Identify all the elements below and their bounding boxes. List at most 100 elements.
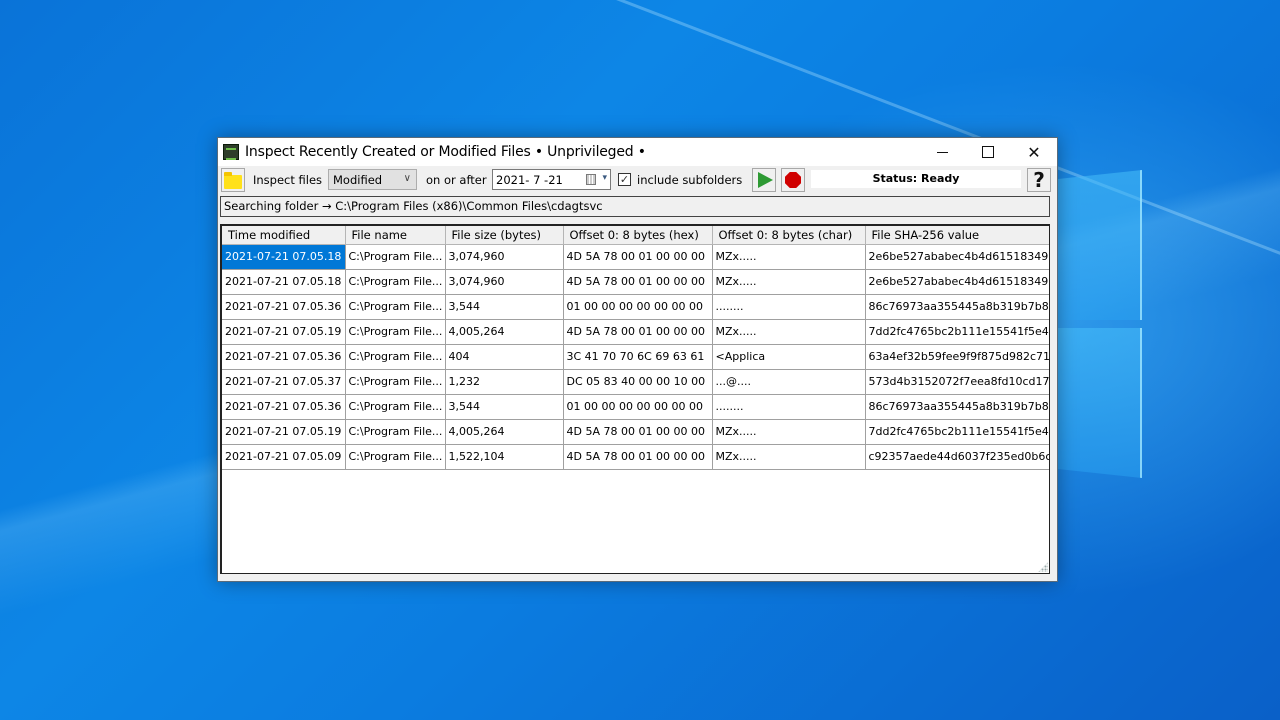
cell-file-name[interactable]: C:\Program File... bbox=[345, 319, 446, 345]
cell-file-size[interactable]: 1,522,104 bbox=[445, 444, 564, 470]
windows-logo-pane-top bbox=[1058, 170, 1142, 320]
column-header-time-modified[interactable]: Time modified bbox=[222, 226, 346, 245]
cell-offset-hex[interactable]: 3C 41 70 70 6C 69 63 61 bbox=[563, 344, 713, 370]
window-title: Inspect Recently Created or Modified Fil… bbox=[245, 144, 646, 160]
cell-offset-hex[interactable]: 4D 5A 78 00 01 00 00 00 bbox=[563, 244, 713, 270]
include-subfolders-label[interactable]: include subfolders bbox=[637, 173, 742, 187]
cell-time-modified[interactable]: 2021-07-21 07.05.18 bbox=[222, 269, 346, 295]
table-row[interactable]: 2021-07-21 07.05.19 C:\Program File... 4,0… bbox=[222, 419, 1049, 445]
cell-time-modified[interactable]: 2021-07-21 07.05.36 bbox=[222, 344, 346, 370]
cell-time-modified[interactable]: 2021-07-21 07.05.36 bbox=[222, 294, 346, 320]
cell-offset-hex[interactable]: 4D 5A 78 00 01 00 00 00 bbox=[563, 419, 713, 445]
column-header-file-name[interactable]: File name bbox=[345, 226, 446, 245]
cell-sha256[interactable]: 7dd2fc4765bc2b111e15541f5e4... bbox=[865, 319, 1049, 345]
cell-offset-char[interactable]: <Applica bbox=[712, 344, 866, 370]
cell-time-modified[interactable]: 2021-07-21 07.05.36 bbox=[222, 394, 346, 420]
chevron-down-icon: ∨ bbox=[403, 173, 411, 184]
table-row[interactable]: 2021-07-21 07.05.36 C:\Program File... 404… bbox=[222, 344, 1049, 370]
cell-sha256[interactable]: 63a4ef32b59fee9f9f875d982c71... bbox=[865, 344, 1049, 370]
table-row[interactable]: 2021-07-21 07.05.09 C:\Program File... 1,5… bbox=[222, 444, 1049, 470]
dropdown-arrow-icon[interactable]: ▾ bbox=[602, 173, 607, 183]
cell-offset-hex[interactable]: 4D 5A 78 00 01 00 00 00 bbox=[563, 269, 713, 295]
cell-offset-char[interactable]: ...@.... bbox=[712, 369, 866, 395]
table-row[interactable]: 2021-07-21 07.05.19 C:\Program File... 4,0… bbox=[222, 319, 1049, 345]
cell-offset-char[interactable]: MZx..... bbox=[712, 244, 866, 270]
cell-offset-char[interactable]: ........ bbox=[712, 394, 866, 420]
help-button[interactable]: ? bbox=[1027, 168, 1051, 192]
column-header-sha256[interactable]: File SHA-256 value bbox=[865, 226, 1049, 245]
cell-offset-hex[interactable]: DC 05 83 40 00 00 10 00 bbox=[563, 369, 713, 395]
inspect-files-label: Inspect files bbox=[253, 173, 323, 187]
cell-offset-char[interactable]: MZx..... bbox=[712, 269, 866, 295]
column-header-offset-hex[interactable]: Offset 0: 8 bytes (hex) bbox=[563, 226, 713, 245]
table-header-row: Time modified File name File size (bytes) O… bbox=[222, 226, 1049, 245]
cell-offset-hex[interactable]: 01 00 00 00 00 00 00 00 bbox=[563, 294, 713, 320]
date-picker[interactable]: 2021- 7 -21 ▾ bbox=[492, 169, 611, 190]
close-button[interactable]: ✕ bbox=[1011, 138, 1057, 166]
cell-file-size[interactable]: 1,232 bbox=[445, 369, 564, 395]
cell-file-name[interactable]: C:\Program File... bbox=[345, 344, 446, 370]
column-header-file-size[interactable]: File size (bytes) bbox=[445, 226, 564, 245]
table-row[interactable]: 2021-07-21 07.05.36 C:\Program File... 3,5… bbox=[222, 394, 1049, 420]
table-row[interactable]: 2021-07-21 07.05.37 C:\Program File... 1,2… bbox=[222, 369, 1049, 395]
resize-grip[interactable] bbox=[1038, 562, 1048, 572]
cell-sha256[interactable]: c92357aede44d6037f235ed0b6c... bbox=[865, 444, 1049, 470]
cell-time-modified[interactable]: 2021-07-21 07.05.19 bbox=[222, 419, 346, 445]
cell-file-name[interactable]: C:\Program File... bbox=[345, 294, 446, 320]
cell-file-name[interactable]: C:\Program File... bbox=[345, 419, 446, 445]
cell-file-name[interactable]: C:\Program File... bbox=[345, 369, 446, 395]
cell-time-modified[interactable]: 2021-07-21 07.05.18 bbox=[222, 244, 346, 270]
folder-icon bbox=[224, 171, 242, 189]
include-subfolders-checkbox[interactable]: ✓ bbox=[618, 173, 631, 186]
cell-file-size[interactable]: 404 bbox=[445, 344, 564, 370]
cell-offset-char[interactable]: ........ bbox=[712, 294, 866, 320]
app-icon bbox=[223, 144, 239, 160]
cell-file-size[interactable]: 4,005,264 bbox=[445, 319, 564, 345]
mode-select-value: Modified bbox=[333, 173, 383, 187]
cell-offset-char[interactable]: MZx..... bbox=[712, 444, 866, 470]
cell-offset-char[interactable]: MZx..... bbox=[712, 319, 866, 345]
browse-folder-button[interactable] bbox=[221, 168, 245, 192]
cell-file-size[interactable]: 4,005,264 bbox=[445, 419, 564, 445]
run-button[interactable] bbox=[752, 168, 776, 192]
toolbar: Inspect files Modified ∨ on or after 202… bbox=[218, 166, 1057, 194]
status-text: Status: Ready bbox=[811, 170, 1021, 188]
cell-offset-char[interactable]: MZx..... bbox=[712, 419, 866, 445]
cell-offset-hex[interactable]: 4D 5A 78 00 01 00 00 00 bbox=[563, 319, 713, 345]
cell-time-modified[interactable]: 2021-07-21 07.05.09 bbox=[222, 444, 346, 470]
caption-buttons: ✕ bbox=[919, 138, 1057, 166]
mode-select[interactable]: Modified ∨ bbox=[328, 169, 417, 190]
cell-sha256[interactable]: 86c76973aa355445a8b319b7b8... bbox=[865, 394, 1049, 420]
cell-file-name[interactable]: C:\Program File... bbox=[345, 444, 446, 470]
date-value: 2021- 7 -21 bbox=[496, 173, 563, 187]
table-row[interactable]: 2021-07-21 07.05.36 C:\Program File... 3,5… bbox=[222, 294, 1049, 320]
cell-file-size[interactable]: 3,544 bbox=[445, 294, 564, 320]
cell-offset-hex[interactable]: 01 00 00 00 00 00 00 00 bbox=[563, 394, 713, 420]
cell-time-modified[interactable]: 2021-07-21 07.05.19 bbox=[222, 319, 346, 345]
cell-offset-hex[interactable]: 4D 5A 78 00 01 00 00 00 bbox=[563, 444, 713, 470]
cell-sha256[interactable]: 2e6be527ababec4b4d61518349... bbox=[865, 269, 1049, 295]
search-path-display: Searching folder → C:\Program Files (x86… bbox=[220, 196, 1050, 217]
results-table[interactable]: Time modified File name File size (bytes) O… bbox=[220, 224, 1050, 574]
minimize-button[interactable] bbox=[919, 138, 965, 166]
maximize-button[interactable] bbox=[965, 138, 1011, 166]
cell-sha256[interactable]: 2e6be527ababec4b4d61518349... bbox=[865, 244, 1049, 270]
cell-sha256[interactable]: 86c76973aa355445a8b319b7b8... bbox=[865, 294, 1049, 320]
title-bar[interactable]: Inspect Recently Created or Modified Fil… bbox=[218, 138, 1057, 166]
on-or-after-label: on or after bbox=[426, 173, 487, 187]
cell-file-size[interactable]: 3,074,960 bbox=[445, 244, 564, 270]
cell-file-name[interactable]: C:\Program File... bbox=[345, 269, 446, 295]
app-window: Inspect Recently Created or Modified Fil… bbox=[217, 137, 1058, 582]
cell-file-size[interactable]: 3,074,960 bbox=[445, 269, 564, 295]
cell-sha256[interactable]: 7dd2fc4765bc2b111e15541f5e4... bbox=[865, 419, 1049, 445]
table-row[interactable]: 2021-07-21 07.05.18 C:\Program File... 3,0… bbox=[222, 269, 1049, 295]
stop-button[interactable] bbox=[781, 168, 805, 192]
cell-file-name[interactable]: C:\Program File... bbox=[345, 394, 446, 420]
column-header-offset-char[interactable]: Offset 0: 8 bytes (char) bbox=[712, 226, 866, 245]
cell-time-modified[interactable]: 2021-07-21 07.05.37 bbox=[222, 369, 346, 395]
cell-file-size[interactable]: 3,544 bbox=[445, 394, 564, 420]
cell-file-name[interactable]: C:\Program File... bbox=[345, 244, 446, 270]
cell-sha256[interactable]: 573d4b3152072f7eea8fd10cd17... bbox=[865, 369, 1049, 395]
calendar-icon bbox=[586, 174, 596, 185]
table-row[interactable]: 2021-07-21 07.05.18 C:\Program File... 3,0… bbox=[222, 244, 1049, 270]
